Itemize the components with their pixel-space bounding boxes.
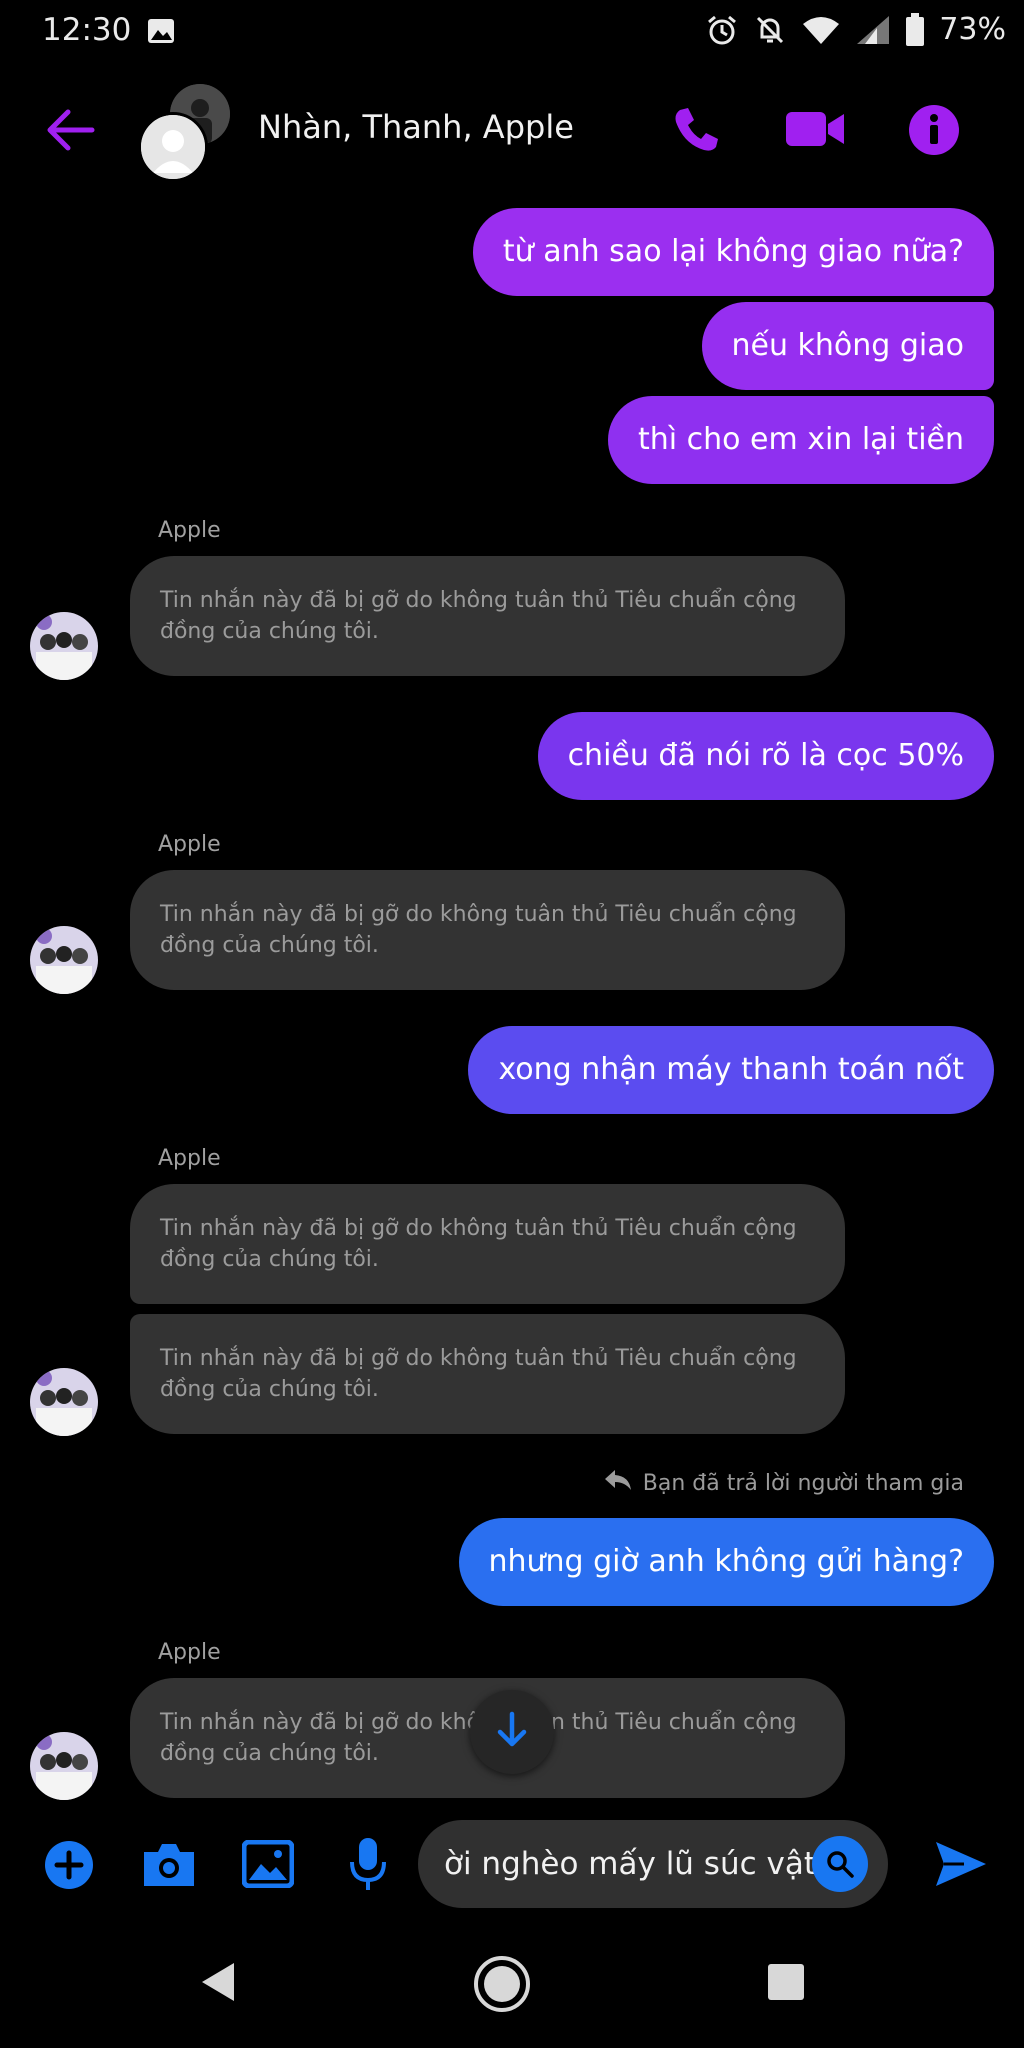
outgoing-message[interactable]: chiều đã nói rõ là cọc 50% bbox=[537, 712, 994, 800]
sender-name: Apple bbox=[158, 1640, 221, 1665]
outgoing-message[interactable]: thì cho em xin lại tiền bbox=[607, 396, 994, 484]
sender-name: Apple bbox=[158, 832, 221, 857]
nav-back-icon[interactable] bbox=[196, 1960, 240, 2004]
signal-icon bbox=[855, 14, 891, 46]
removed-message[interactable]: Tin nhắn này đã bị gỡ do không tuân thủ … bbox=[130, 556, 845, 676]
removed-message[interactable]: Tin nhắn này đã bị gỡ do không tuân thủ … bbox=[130, 1314, 845, 1434]
nav-home-icon[interactable] bbox=[472, 1954, 532, 2014]
alarm-icon bbox=[705, 13, 739, 47]
arrow-down-icon bbox=[495, 1711, 529, 1753]
avatar[interactable] bbox=[30, 1368, 98, 1436]
outgoing-message[interactable]: xong nhận máy thanh toán nốt bbox=[468, 1026, 994, 1114]
phone-icon[interactable] bbox=[670, 104, 722, 160]
group-avatar-primary bbox=[138, 112, 208, 182]
camera-icon[interactable] bbox=[140, 1840, 198, 1894]
sender-name: Apple bbox=[158, 518, 221, 543]
outgoing-message[interactable]: nhưng giờ anh không gửi hàng? bbox=[458, 1518, 994, 1606]
avatar[interactable] bbox=[30, 612, 98, 680]
conversation-title[interactable]: Nhàn, Thanh, Apple bbox=[258, 108, 574, 146]
scroll-down-button[interactable] bbox=[470, 1690, 554, 1774]
reply-note: Bạn đã trả lời người tham gia bbox=[603, 1468, 964, 1498]
info-icon[interactable] bbox=[908, 104, 960, 160]
reply-note-text: Bạn đã trả lời người tham gia bbox=[642, 1470, 964, 1496]
removed-message[interactable]: Tin nhắn này đã bị gỡ do không tuân thủ … bbox=[130, 870, 845, 990]
wifi-icon bbox=[801, 14, 841, 46]
reply-arrow-icon bbox=[603, 1468, 633, 1498]
video-icon[interactable] bbox=[784, 108, 846, 154]
search-icon[interactable] bbox=[812, 1836, 868, 1892]
battery-icon bbox=[905, 12, 925, 47]
back-arrow-icon[interactable] bbox=[44, 108, 96, 156]
mute-icon bbox=[753, 13, 787, 47]
avatar[interactable] bbox=[30, 1732, 98, 1800]
message-input-value[interactable]: ời nghèo mấy lũ súc vật bbox=[444, 1820, 816, 1908]
gallery-icon[interactable] bbox=[241, 1839, 295, 1892]
battery-percent: 73% bbox=[939, 12, 1006, 47]
send-icon[interactable] bbox=[934, 1840, 988, 1892]
plus-icon[interactable] bbox=[44, 1840, 94, 1894]
removed-message[interactable]: Tin nhắn này đã bị gỡ do không tuân thủ … bbox=[130, 1184, 845, 1304]
status-time: 12:30 bbox=[42, 12, 132, 48]
sender-name: Apple bbox=[158, 1146, 221, 1171]
image-icon bbox=[146, 16, 176, 50]
outgoing-message[interactable]: nếu không giao bbox=[701, 302, 994, 390]
nav-recents-icon[interactable] bbox=[766, 1962, 806, 2002]
microphone-icon[interactable] bbox=[348, 1836, 388, 1896]
message-input[interactable]: ời nghèo mấy lũ súc vật bbox=[418, 1820, 888, 1908]
avatar[interactable] bbox=[30, 926, 98, 994]
outgoing-message[interactable]: từ anh sao lại không giao nữa? bbox=[472, 208, 994, 296]
